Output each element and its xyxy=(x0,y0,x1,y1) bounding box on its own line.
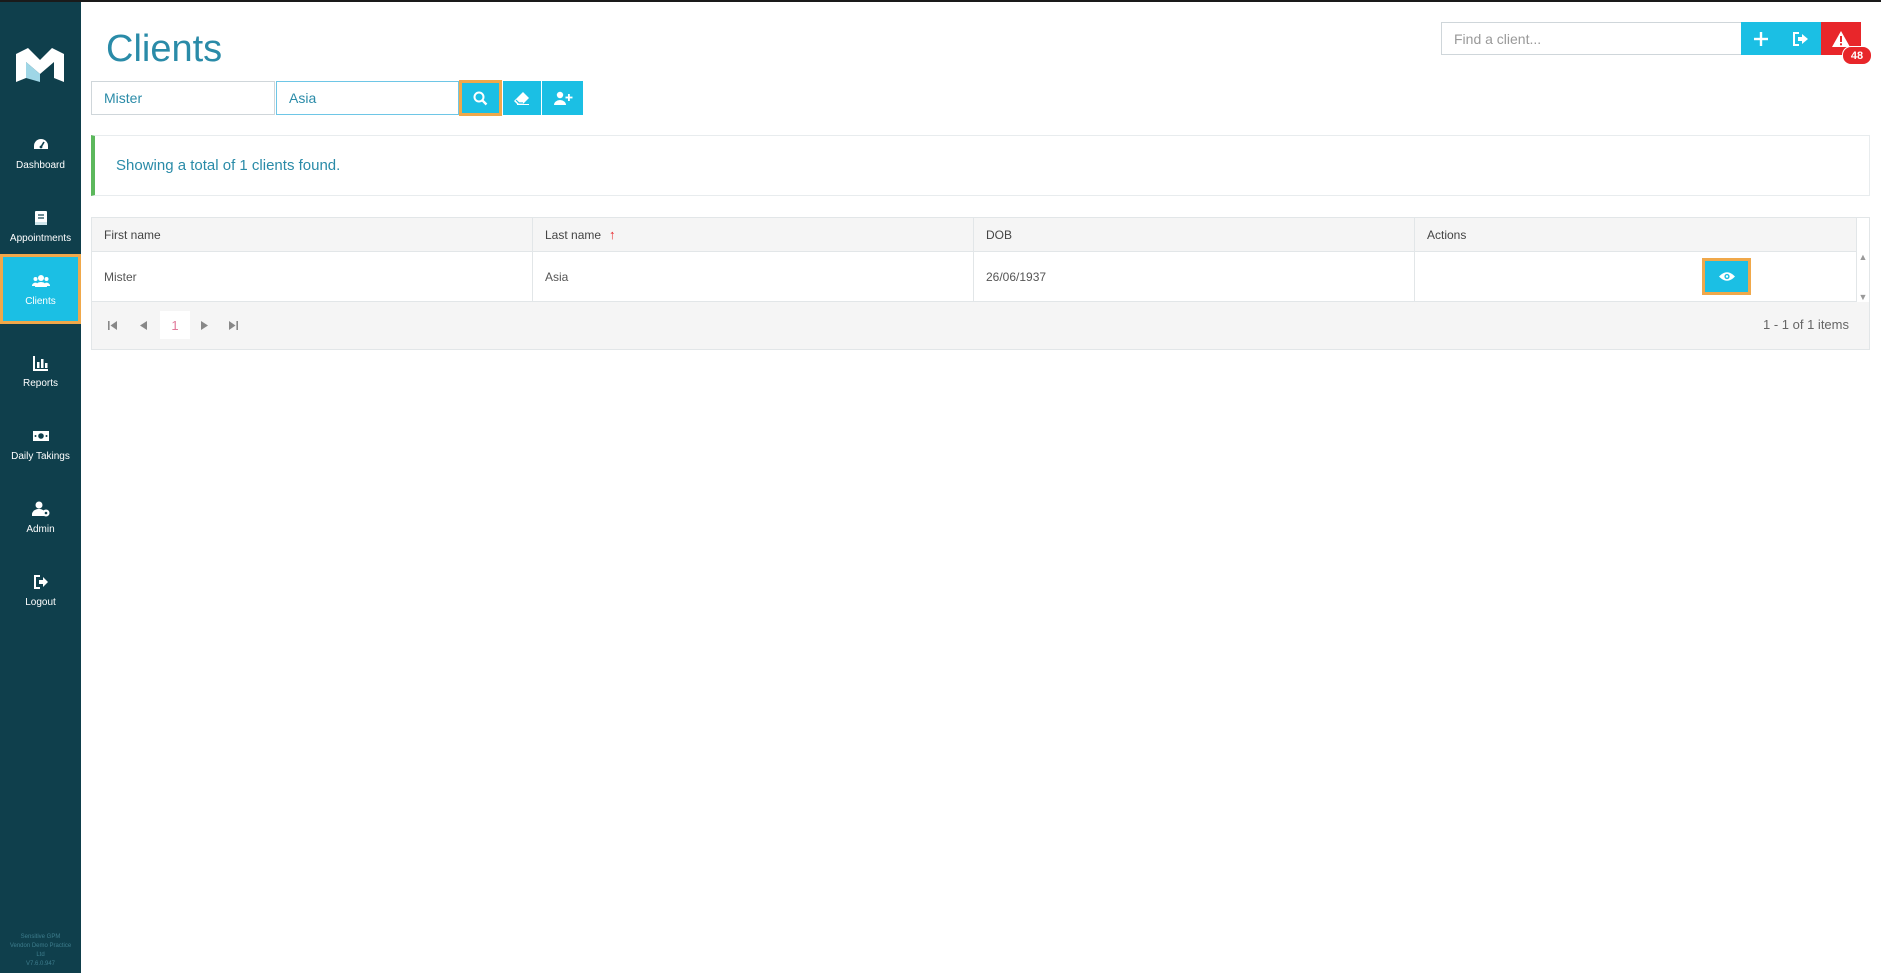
first-page-button[interactable] xyxy=(106,317,120,333)
column-header-last-name[interactable]: Last name ↑ xyxy=(533,218,974,251)
users-icon xyxy=(31,274,50,287)
sidebar-item-label: Reports xyxy=(22,377,58,389)
gauge-icon xyxy=(33,138,48,149)
version-info: Sensitive GPM Vendon Demo Practice Ltd V… xyxy=(0,933,81,969)
search-button[interactable] xyxy=(459,80,502,116)
column-header-label: First name xyxy=(104,227,161,242)
cell-first-name: Mister xyxy=(92,252,533,301)
sidebar-item-label: Clients xyxy=(25,295,56,307)
sort-ascending-icon: ↑ xyxy=(609,227,616,242)
view-client-button[interactable] xyxy=(1702,258,1751,295)
page-title: Clients xyxy=(106,28,223,70)
scroll-down-icon[interactable]: ▼ xyxy=(1859,292,1868,302)
sidebar-item-appointments[interactable]: Appointments xyxy=(0,191,81,261)
sidebar-item-daily-takings[interactable]: Daily Takings xyxy=(0,409,81,479)
next-page-button[interactable] xyxy=(197,317,211,333)
column-header-first-name[interactable]: First name xyxy=(92,218,533,251)
search-icon xyxy=(473,91,488,105)
sidebar-item-label: Daily Takings xyxy=(11,450,70,462)
column-header-label: DOB xyxy=(986,227,1013,242)
sidebar-item-dashboard[interactable]: Dashboard xyxy=(0,118,81,188)
book-icon xyxy=(34,210,47,225)
sidebar: Dashboard Appointments Clients Reports D… xyxy=(0,2,81,973)
new-client-button[interactable] xyxy=(1741,22,1781,55)
sign-out-icon xyxy=(1793,31,1808,46)
eraser-icon xyxy=(514,92,529,105)
column-header-label: Actions xyxy=(1427,227,1467,242)
user-cog-icon xyxy=(31,501,49,516)
footer-line: Vendon Demo Practice xyxy=(9,943,72,949)
scroll-up-icon[interactable]: ▲ xyxy=(1859,252,1868,262)
page-number-current[interactable]: 1 xyxy=(160,311,190,339)
sidebar-item-label: Dashboard xyxy=(16,159,65,171)
next-page-icon xyxy=(200,320,208,330)
sidebar-item-clients[interactable]: Clients xyxy=(0,254,81,324)
column-header-dob[interactable]: DOB xyxy=(974,218,1415,251)
cell-dob: 26/06/1937 xyxy=(974,252,1415,301)
window-top-border xyxy=(0,0,1881,2)
add-client-button[interactable] xyxy=(542,81,583,115)
sidebar-item-logout[interactable]: Logout xyxy=(0,555,81,625)
sidebar-item-label: Admin xyxy=(26,523,55,535)
sign-out-button[interactable] xyxy=(1781,22,1821,55)
warning-icon xyxy=(1832,30,1850,47)
user-plus-icon xyxy=(553,91,572,105)
sign-out-icon xyxy=(33,574,48,589)
results-message: Showing a total of 1 clients found. xyxy=(91,135,1870,196)
clients-grid: First name Last name ↑ DOB Actions Miste… xyxy=(91,217,1870,350)
column-header-actions: Actions xyxy=(1415,218,1857,251)
table-row[interactable]: Mister Asia 26/06/1937 xyxy=(92,252,1857,302)
alert-count-badge[interactable]: 48 xyxy=(1842,46,1872,65)
pager: 1 1 - 1 of 1 items xyxy=(92,302,1869,349)
footer-line: Ltd xyxy=(36,952,45,958)
sidebar-item-label: Appointments xyxy=(9,232,72,244)
last-page-button[interactable] xyxy=(226,317,240,333)
find-client-input[interactable] xyxy=(1441,22,1742,55)
bar-chart-icon xyxy=(32,355,48,371)
last-name-filter-input[interactable] xyxy=(276,81,459,115)
grid-scrollbar[interactable]: ▲ ▼ xyxy=(1857,252,1869,302)
pager-info: 1 - 1 of 1 items xyxy=(1763,317,1849,332)
sidebar-item-admin[interactable]: Admin xyxy=(0,482,81,552)
app-logo[interactable] xyxy=(14,44,66,84)
grid-header: First name Last name ↑ DOB Actions xyxy=(92,218,1857,252)
previous-page-icon xyxy=(139,320,147,330)
first-page-icon xyxy=(108,320,117,330)
column-header-label: Last name xyxy=(545,227,602,242)
plus-icon xyxy=(1754,31,1768,46)
footer-line: Sensitive GPM xyxy=(20,934,61,940)
cell-actions xyxy=(1415,252,1857,301)
footer-line: V7.6.0.947 xyxy=(25,961,56,967)
sidebar-item-label: Logout xyxy=(25,596,56,608)
clear-filters-button[interactable] xyxy=(503,81,541,115)
previous-page-button[interactable] xyxy=(136,317,150,333)
cell-last-name: Asia xyxy=(533,252,974,301)
last-page-icon xyxy=(229,320,238,330)
sidebar-item-reports[interactable]: Reports xyxy=(0,336,81,406)
money-icon xyxy=(32,430,49,441)
eye-icon xyxy=(1718,272,1735,281)
first-name-filter-input[interactable] xyxy=(91,81,275,115)
